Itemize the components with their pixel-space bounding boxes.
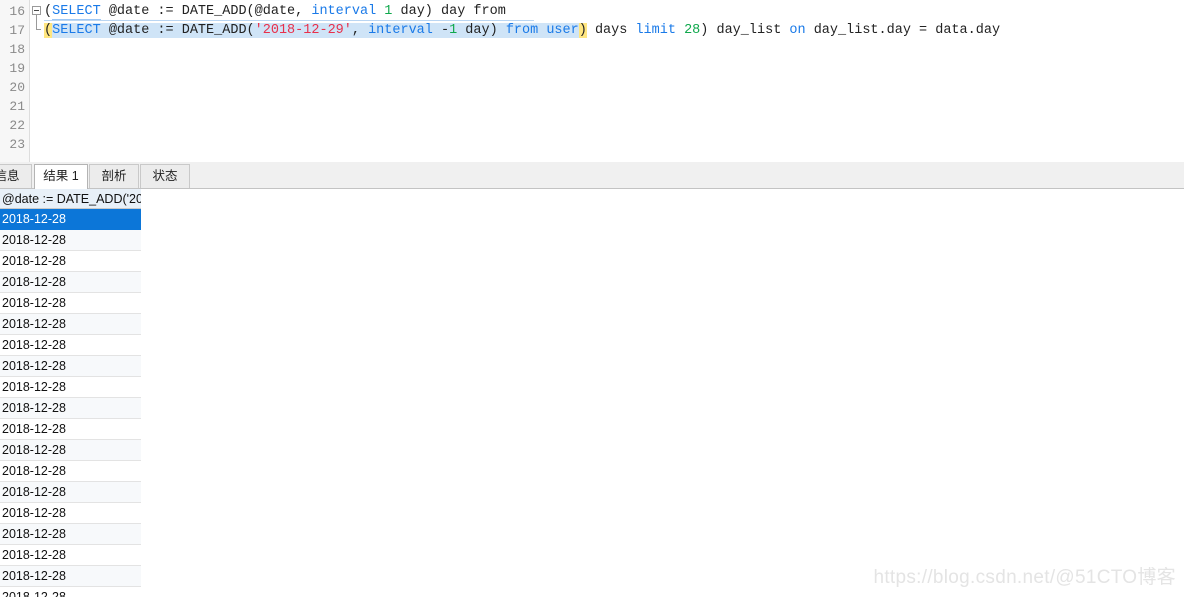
line-number-17: 17 — [9, 23, 25, 38]
code-keyword-on: on — [789, 23, 806, 38]
code-bracket-open: ( — [44, 23, 53, 38]
line-number-gutter: 16 17 18 19 20 21 22 23 — [0, 0, 30, 162]
code-string-literal: '2018-12-29' — [254, 23, 352, 38]
code-line-underline — [44, 20, 534, 21]
result-grid[interactable]: @date := DATE_ADD('201 2018-12-28 2018-12… — [0, 189, 1184, 597]
code-token: day) day from — [392, 4, 506, 19]
fold-guide-line — [36, 15, 37, 29]
table-row[interactable]: 2018-12-28 — [0, 524, 141, 545]
code-token: days — [586, 23, 636, 38]
line-number-19: 19 — [9, 61, 25, 76]
table-row[interactable]: 2018-12-28 — [0, 440, 141, 461]
app-root: 16 17 18 19 20 21 22 23 (SELECT @date := DATE_A… — [0, 0, 1184, 597]
code-number: 28 — [684, 23, 701, 38]
line-number-16: 16 — [9, 4, 25, 19]
table-row[interactable]: 2018-12-28 — [0, 335, 141, 356]
code-token: day_list.day = data.day — [805, 23, 1001, 38]
code-bracket-close: ) — [578, 23, 587, 38]
line-number-22: 22 — [9, 118, 25, 133]
code-token: @date := DATE_ADD(@date, — [100, 4, 312, 19]
table-row[interactable]: 2018-12-28 — [0, 503, 141, 524]
table-row[interactable]: 2018-12-28 — [0, 587, 141, 597]
table-row[interactable]: 2018-12-28 — [0, 398, 141, 419]
tab-result-1[interactable]: 结果 1 — [34, 164, 88, 189]
watermark-text: https://blog.csdn.net/@51CTO博客 — [873, 567, 1176, 588]
code-keyword-interval: interval — [311, 4, 377, 19]
table-row[interactable]: 2018-12-28 — [0, 482, 141, 503]
code-token: - — [432, 23, 450, 38]
code-fold-column[interactable] — [30, 0, 44, 162]
line-number-21: 21 — [9, 99, 25, 114]
code-keyword-from: from — [505, 23, 539, 38]
code-keyword-limit: limit — [635, 23, 676, 38]
table-row[interactable]: 2018-12-28 — [0, 230, 141, 251]
code-token: @date := DATE_ADD( — [100, 23, 255, 38]
table-row[interactable]: 2018-12-28 — [0, 293, 141, 314]
table-row[interactable]: 2018-12-28 — [0, 545, 141, 566]
code-number: 1 — [449, 23, 458, 38]
table-row[interactable]: 2018-12-28 — [0, 314, 141, 335]
table-row[interactable]: 2018-12-28 — [0, 461, 141, 482]
table-row[interactable]: 2018-12-28 — [0, 419, 141, 440]
result-tab-bar: 信息 结果 1 剖析 状态 — [0, 162, 1184, 189]
sql-editor[interactable]: 16 17 18 19 20 21 22 23 (SELECT @date := DATE_A… — [0, 0, 1184, 163]
line-number-20: 20 — [9, 80, 25, 95]
line-number-23: 23 — [9, 137, 25, 152]
code-table-name: user — [546, 23, 579, 38]
table-row[interactable]: 2018-12-28 — [0, 251, 141, 272]
code-token: day) — [457, 23, 506, 38]
table-row[interactable]: 2018-12-28 — [0, 356, 141, 377]
code-line-16: (SELECT @date := DATE_ADD(@date, interva… — [44, 2, 506, 21]
fold-guide-end — [36, 29, 41, 30]
code-token: ) day_list — [700, 23, 790, 38]
line-number-18: 18 — [9, 42, 25, 57]
table-row[interactable]: 2018-12-28 — [0, 566, 141, 587]
code-text-area[interactable]: (SELECT @date := DATE_ADD(@date, interva… — [44, 0, 1184, 162]
code-token: ( — [44, 4, 53, 19]
table-row[interactable]: 2018-12-28 — [0, 209, 141, 230]
code-token: , — [351, 23, 369, 38]
code-keyword-select: SELECT — [52, 4, 101, 20]
code-line-17: (SELECT @date := DATE_ADD('2018-12-29', … — [44, 21, 1000, 40]
tab-status[interactable]: 状态 — [140, 164, 190, 188]
tab-info[interactable]: 信息 — [0, 164, 32, 188]
tab-profile[interactable]: 剖析 — [89, 164, 139, 188]
table-row[interactable]: 2018-12-28 — [0, 272, 141, 293]
table-row[interactable]: 2018-12-28 — [0, 377, 141, 398]
code-keyword-interval: interval — [368, 23, 433, 38]
column-header-date-expr[interactable]: @date := DATE_ADD('201 — [0, 189, 141, 209]
code-keyword-select: SELECT — [52, 23, 101, 38]
fold-toggle-icon[interactable] — [32, 6, 41, 15]
